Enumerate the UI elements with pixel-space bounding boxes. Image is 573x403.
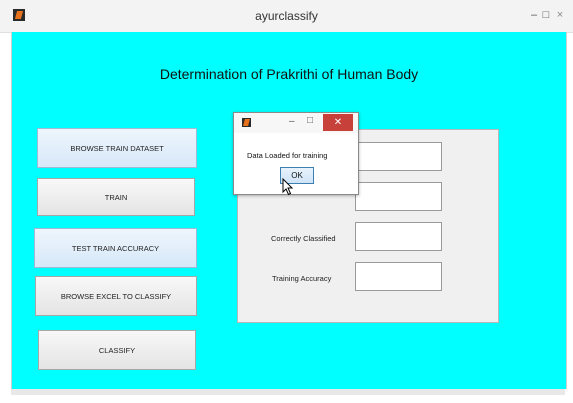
correctly-classified-label: Correctly Classified [271,234,336,243]
classify-button[interactable]: CLASSIFY [38,330,196,370]
mouse-cursor-icon [282,178,294,196]
figure-client-area: Determination of Prakrithi of Human Body… [11,32,567,389]
dialog-maximize-button[interactable]: □ [307,115,313,126]
window-title: ayurclassify [255,9,318,23]
result-field-1[interactable] [355,142,442,171]
browse-train-dataset-button[interactable]: BROWSE TRAIN DATASET [37,128,197,168]
dialog-message: Data Loaded for training [247,151,328,160]
window-titlebar: ayurclassify – □ × [0,0,573,33]
browse-excel-button[interactable]: BROWSE EXCEL TO CLASSIFY [35,276,197,316]
page-title: Determination of Prakrithi of Human Body [159,66,419,82]
dialog-titlebar: – □ ✕ [234,113,358,133]
train-button[interactable]: TRAIN [37,178,195,216]
dialog-app-icon [242,118,251,127]
correctly-classified-field[interactable] [355,222,442,251]
window-bottom-border [11,389,565,395]
dialog-close-button[interactable]: ✕ [323,114,353,131]
dialog-minimize-button[interactable]: – [289,116,295,127]
maximize-button[interactable]: □ [540,8,552,22]
result-field-2[interactable] [355,182,442,211]
minimize-button[interactable]: – [528,8,540,22]
training-accuracy-field[interactable] [355,262,442,291]
close-button[interactable]: × [552,8,568,22]
test-train-accuracy-button[interactable]: TEST TRAIN ACCURACY [34,228,197,268]
message-dialog: – □ ✕ Data Loaded for training OK [233,112,359,195]
training-accuracy-label: Training Accuracy [272,274,332,283]
